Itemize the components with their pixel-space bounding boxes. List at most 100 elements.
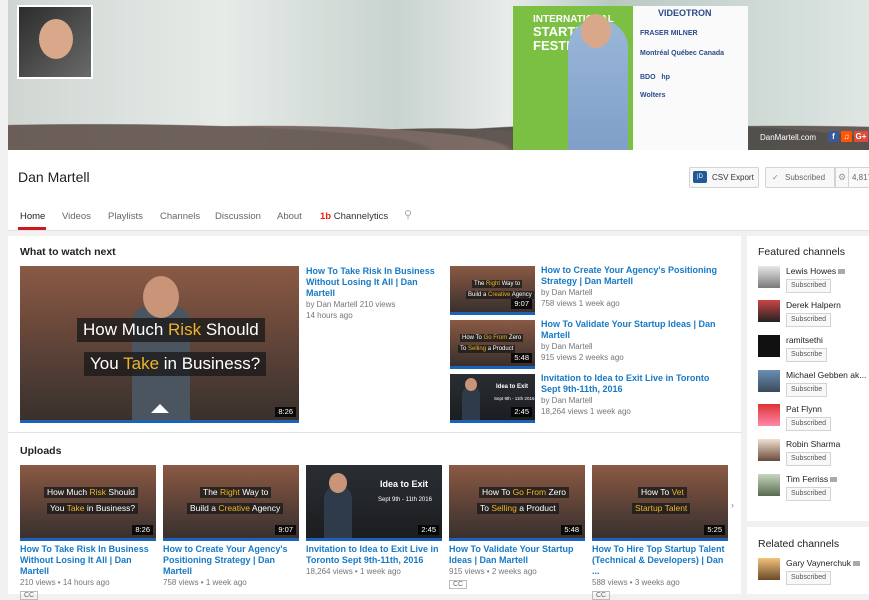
featured-video-info: How To Take Risk In Business Without Los… <box>306 266 444 321</box>
subscribed-button[interactable]: ✓ Subscribed <box>765 167 835 188</box>
cc-badge: CC <box>20 591 39 600</box>
video-channel: by Dan Martell <box>541 288 593 297</box>
avatar[interactable] <box>758 300 780 322</box>
section-title-watch-next: What to watch next <box>20 246 116 258</box>
channel-name-link[interactable]: Derek Halpern <box>786 300 869 310</box>
channelytics-icon: |D <box>693 171 707 183</box>
featured-channels-title: Featured channels <box>758 246 845 258</box>
video-thumbnail[interactable]: The Right Way to Build a Creative Agency… <box>450 266 535 315</box>
subscribe-button[interactable]: Subscribed <box>786 452 832 466</box>
avatar-face <box>39 19 73 59</box>
video-title-link[interactable]: How To Validate Your Startup Ideas | Dan… <box>449 544 589 566</box>
search-icon[interactable]: ⚲ <box>404 208 412 221</box>
avatar[interactable] <box>758 370 780 392</box>
video-meta: 915 views • 2 weeks ago <box>449 567 537 576</box>
verified-icon <box>830 477 838 483</box>
subscribe-button[interactable]: Subscribed <box>786 487 832 501</box>
upload-thumbnail[interactable]: How To Vet Startup Talent 5:25 <box>592 465 728 541</box>
video-duration: 5:25 <box>704 525 725 535</box>
avatar[interactable] <box>758 439 780 461</box>
subscribe-button[interactable]: Subscribe <box>786 348 828 362</box>
mountain-logo-icon <box>151 404 169 413</box>
video-title-link[interactable]: How To Take Risk In Business Without Los… <box>20 544 160 577</box>
tab-channels[interactable]: Channels <box>160 211 200 222</box>
video-title-link[interactable]: How To Take Risk In Business Without Los… <box>306 266 444 299</box>
subscribe-button[interactable]: Subscribed <box>786 279 832 293</box>
cc-badge: CC <box>592 591 611 600</box>
channel-item: Michael Gebben ak... Subscribe <box>758 370 868 404</box>
channel-name-link[interactable]: ramitsethi <box>786 335 869 345</box>
channel-item: Pat Flynn Subscribed <box>758 404 868 438</box>
video-channel: by Dan Martell <box>541 342 593 351</box>
channel-name-link[interactable]: Gary Vaynerchuk <box>786 558 869 568</box>
upload-item: How To Take Risk In Business Without Los… <box>20 544 160 600</box>
channel-name: Dan Martell <box>18 169 90 185</box>
tab-videos[interactable]: Videos <box>62 211 91 222</box>
gear-icon[interactable]: ⚙ <box>835 167 849 188</box>
sponsor-logo: BDO hp <box>640 74 670 81</box>
related-channels-title: Related channels <box>758 538 840 550</box>
subscribe-button[interactable]: Subscribe <box>786 383 828 397</box>
channel-name-link[interactable]: Robin Sharma <box>786 439 869 449</box>
upload-thumbnail[interactable]: How To Go From Zero To Selling a Product… <box>449 465 585 541</box>
channel-name-link[interactable]: Tim Ferriss <box>786 474 869 484</box>
avatar[interactable] <box>758 404 780 426</box>
csv-export-button[interactable]: |D CSV Export <box>689 167 759 188</box>
avatar[interactable] <box>758 558 780 580</box>
video-duration: 9:07 <box>275 525 296 535</box>
avatar[interactable] <box>758 335 780 357</box>
video-thumbnail[interactable]: Idea to Exit Sept 9th - 11th 2016 2:45 <box>450 374 535 423</box>
list-item: Invitation to Idea to Exit Live in Toron… <box>541 373 731 417</box>
upload-item: How to Create Your Agency's Positioning … <box>163 544 303 588</box>
facebook-icon[interactable]: f <box>828 131 839 142</box>
upload-item: Invitation to Idea to Exit Live in Toron… <box>306 544 446 577</box>
section-divider <box>8 432 741 433</box>
video-thumbnail[interactable]: How To Go From Zero To Selling a Product… <box>450 320 535 369</box>
verified-icon <box>853 561 861 567</box>
subscribe-button[interactable]: Subscribed <box>786 417 832 431</box>
upload-thumbnail[interactable]: The Right Way to Build a Creative Agency… <box>163 465 299 541</box>
thumbnail-caption: You Take in Business? <box>84 352 267 376</box>
subscribe-button[interactable]: Subscribed <box>786 313 832 327</box>
tab-home[interactable]: Home <box>20 211 45 222</box>
video-title-link[interactable]: How To Validate Your Startup Ideas | Dan… <box>541 319 731 341</box>
tab-playlists[interactable]: Playlists <box>108 211 143 222</box>
speaker-head <box>581 14 611 48</box>
video-meta: 758 views • 1 week ago <box>163 578 247 587</box>
tab-about[interactable]: About <box>277 211 302 222</box>
soundcloud-icon[interactable]: ♫ <box>841 131 852 142</box>
video-meta: 18,264 views 1 week ago <box>541 407 631 416</box>
checkmark-icon: ✓ <box>772 173 779 182</box>
channel-item: ramitsethi Subscribe <box>758 335 868 369</box>
subscribe-button[interactable]: Subscribed <box>786 571 832 585</box>
avatar[interactable] <box>758 474 780 496</box>
google-plus-icon[interactable]: G+ <box>854 131 868 142</box>
video-title-link[interactable]: How to Create Your Agency's Positioning … <box>541 265 731 287</box>
video-title-link[interactable]: How To Hire Top Startup Talent (Technica… <box>592 544 730 577</box>
channel-avatar[interactable] <box>17 5 93 79</box>
channel-name-link[interactable]: Michael Gebben ak... <box>786 370 869 380</box>
banner-website-link[interactable]: DanMartell.com <box>760 133 816 142</box>
upload-thumbnail[interactable]: Idea to Exit Sept 9th - 11th 2016 2:45 <box>306 465 442 541</box>
sponsor-logo: FRASER MILNER <box>640 30 698 37</box>
upload-thumbnail[interactable]: How Much Risk Should You Take in Busines… <box>20 465 156 541</box>
featured-video-thumbnail[interactable]: How Much Risk Should You Take in Busines… <box>20 266 299 423</box>
video-title-link[interactable]: How to Create Your Agency's Positioning … <box>163 544 303 577</box>
channel-name-link[interactable]: Pat Flynn <box>786 404 869 414</box>
video-duration: 2:45 <box>511 407 532 417</box>
channel-name-link[interactable]: Lewis Howes <box>786 266 869 276</box>
video-duration: 2:45 <box>418 525 439 535</box>
video-title-link[interactable]: Invitation to Idea to Exit Live in Toron… <box>306 544 446 566</box>
sponsor-logo: Montréal Québec Canada <box>640 50 725 57</box>
channel-item: Lewis Howes Subscribed <box>758 266 868 300</box>
tab-discussion[interactable]: Discussion <box>215 211 261 222</box>
upload-item: How To Validate Your Startup Ideas | Dan… <box>449 544 589 589</box>
avatar[interactable] <box>758 266 780 288</box>
sponsor-logo: VIDEOTRON <box>658 8 712 18</box>
chevron-right-icon[interactable]: › <box>731 500 734 510</box>
tab-channelytics[interactable]: 1b Channelytics <box>320 211 388 222</box>
video-title-link[interactable]: Invitation to Idea to Exit Live in Toron… <box>541 373 731 395</box>
upload-item: How To Hire Top Startup Talent (Technica… <box>592 544 730 600</box>
section-title-uploads: Uploads <box>20 445 62 457</box>
channelytics-logo-icon: 1b <box>320 211 332 222</box>
